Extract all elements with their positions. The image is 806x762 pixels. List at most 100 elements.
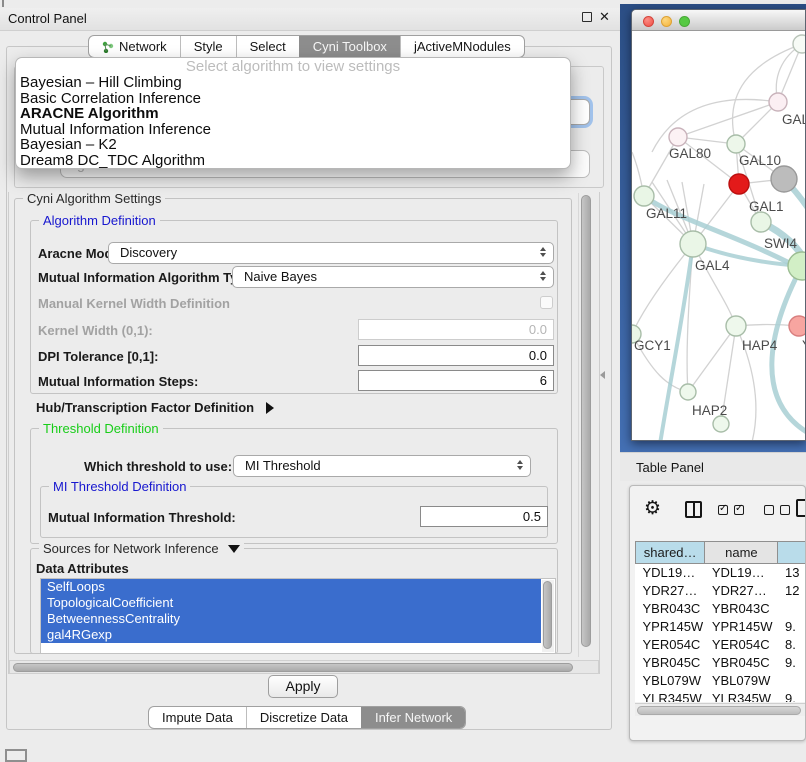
table-cell[interactable]: YPR145W — [705, 618, 778, 636]
table-cell[interactable]: YBR043C — [705, 600, 778, 618]
table-horizontal-scrollbar[interactable] — [635, 703, 806, 716]
dpi-tolerance-label: DPI Tolerance [0,1]: — [38, 349, 158, 364]
table-cell[interactable]: 12 — [778, 582, 806, 600]
zoom-window-icon[interactable] — [679, 16, 690, 27]
table-cell[interactable]: 9. — [778, 654, 806, 672]
unchecked-box-icon[interactable] — [780, 505, 790, 515]
table-cell[interactable]: YDL19… — [705, 564, 778, 582]
close-window-icon[interactable] — [643, 16, 654, 27]
algorithm-option[interactable]: Bayesian – Hill Climbing — [16, 75, 570, 91]
kernel-width-field[interactable]: 0.0 — [358, 319, 554, 340]
unchecked-box-icon[interactable] — [764, 505, 774, 515]
algorithm-option[interactable]: Mutual Information Inference — [16, 122, 570, 138]
tab-network[interactable]: Network — [89, 36, 180, 57]
mi-threshold-field[interactable]: 0.5 — [420, 506, 548, 527]
tab-style[interactable]: Style — [180, 36, 236, 57]
expand-right-icon — [266, 402, 274, 414]
table-row[interactable]: YLR345WYLR345W9. — [636, 690, 806, 703]
table-row[interactable]: YBR045CYBR045C9. — [636, 654, 806, 672]
table-cell[interactable]: YBR043C — [636, 600, 705, 618]
table-row[interactable]: YDR27…YDR27…12 — [636, 582, 806, 600]
manual-kernel-checkbox[interactable] — [540, 296, 553, 309]
table-panel: ⚙ shared…nameYDL19…YDL19…13YDR27…YDR27…1… — [629, 485, 806, 741]
table-row[interactable]: YBL079WYBL079W — [636, 672, 806, 690]
table-cell[interactable] — [778, 600, 806, 618]
table-cell[interactable]: YBR045C — [705, 654, 778, 672]
table-row[interactable]: YPR145WYPR145W9. — [636, 618, 806, 636]
algorithm-option[interactable]: ARACNE Algorithm — [16, 106, 570, 122]
table-row[interactable]: YBR043CYBR043C — [636, 600, 806, 618]
table-row[interactable]: YER054CYER054C8. — [636, 636, 806, 654]
gear-icon[interactable]: ⚙ — [644, 499, 661, 518]
table-cell[interactable]: YER054C — [636, 636, 705, 654]
table-cell[interactable]: YPR145W — [636, 618, 705, 636]
float-panel-icon[interactable] — [582, 12, 592, 22]
table-cell[interactable]: 9. — [778, 690, 806, 703]
data-attributes-list[interactable]: SelfLoopsTopologicalCoefficientBetweenne… — [40, 578, 556, 654]
split-columns-icon[interactable] — [685, 501, 702, 518]
mi-steps-field[interactable]: 6 — [358, 370, 554, 391]
table-row[interactable]: YDL19…YDL19…13 — [636, 564, 806, 582]
network-canvas[interactable]: GALGAL80GAL10GAL1GAL11SWI4GAL4GCY1HAP4YH… — [632, 32, 806, 441]
close-panel-icon[interactable]: ✕ — [599, 9, 610, 25]
settings-vertical-scrollbar[interactable] — [578, 193, 592, 657]
algorithm-option[interactable]: Bayesian – K2 — [16, 137, 570, 153]
table-cell[interactable]: YBL079W — [705, 672, 778, 690]
tab-select[interactable]: Select — [236, 36, 299, 57]
attribute-item[interactable]: gal4RGexp — [41, 627, 541, 643]
checked-box-icon[interactable] — [718, 505, 728, 515]
column-header[interactable]: name — [705, 542, 778, 564]
manual-kernel-label: Manual Kernel Width Definition — [38, 296, 230, 311]
bottom-tab-impute-data[interactable]: Impute Data — [149, 707, 246, 728]
table-cell[interactable]: YDR27… — [636, 582, 705, 600]
algorithm-option[interactable]: Dream8 DC_TDC Algorithm — [16, 153, 570, 169]
table-cell[interactable]: YLR345W — [705, 690, 778, 703]
table-cell[interactable]: YLR345W — [636, 690, 705, 703]
table-cell[interactable]: YDL19… — [636, 564, 705, 582]
network-view-window[interactable]: GALGAL80GAL10GAL1GAL11SWI4GAL4GCY1HAP4YH… — [631, 9, 806, 441]
svg-text:GCY1: GCY1 — [634, 338, 671, 353]
minimize-window-icon[interactable] — [661, 16, 672, 27]
tab-jactivemnodules[interactable]: jActiveMNodules — [400, 36, 524, 57]
svg-text:GAL: GAL — [782, 112, 806, 127]
mi-algorithm-type-combobox[interactable]: Naive Bayes — [232, 266, 554, 288]
threshold-definition-title: Threshold Definition — [39, 421, 163, 436]
svg-text:GAL10: GAL10 — [739, 153, 781, 168]
settings-horizontal-scrollbar[interactable] — [9, 660, 599, 674]
sources-group-title[interactable]: Sources for Network Inference — [39, 541, 244, 556]
bottom-tab-discretize-data[interactable]: Discretize Data — [246, 707, 361, 728]
dpi-tolerance-field[interactable]: 0.0 — [358, 345, 554, 366]
bottom-tab-infer-network[interactable]: Infer Network — [361, 707, 465, 728]
table-cell[interactable]: YDR27… — [705, 582, 778, 600]
minimized-panel-icon[interactable] — [5, 749, 27, 762]
which-threshold-combobox[interactable]: MI Threshold — [233, 455, 531, 477]
table-cell[interactable]: YBL079W — [636, 672, 705, 690]
checked-box-icon[interactable] — [734, 505, 744, 515]
node-table[interactable]: shared…nameYDL19…YDL19…13YDR27…YDR27…12Y… — [635, 541, 806, 702]
network-window-titlebar[interactable] — [632, 10, 805, 31]
dropdown-placeholder: Select algorithm to view settings — [16, 59, 570, 75]
split-pane-handle-icon[interactable] — [600, 371, 605, 379]
aracne-mode-combobox[interactable]: Discovery — [108, 242, 554, 264]
table-cell[interactable]: 13 — [778, 564, 806, 582]
apply-button[interactable]: Apply — [268, 675, 338, 698]
table-cell[interactable]: 9. — [778, 618, 806, 636]
tab-cyni-toolbox[interactable]: Cyni Toolbox — [299, 36, 400, 57]
table-cell[interactable]: YBR045C — [636, 654, 705, 672]
svg-text:SWI4: SWI4 — [764, 236, 797, 251]
algorithm-option[interactable]: Basic Correlation Inference — [16, 91, 570, 107]
page-icon[interactable] — [796, 499, 806, 517]
column-header[interactable]: shared… — [636, 542, 705, 564]
attribute-item[interactable]: TopologicalCoefficient — [41, 595, 541, 611]
table-cell[interactable]: 8. — [778, 636, 806, 654]
table-cell[interactable]: YER054C — [705, 636, 778, 654]
hub-definition-label: Hub/Transcription Factor Definition — [36, 400, 254, 415]
attribute-item[interactable]: SelfLoops — [41, 579, 541, 595]
combo-arrows-icon — [540, 271, 546, 281]
attribute-item[interactable]: BetweennessCentrality — [41, 611, 541, 627]
attributes-scrollbar[interactable] — [542, 580, 554, 652]
which-threshold-value: MI Threshold — [245, 458, 321, 473]
hub-definition-expander[interactable]: Hub/Transcription Factor Definition — [36, 400, 274, 415]
table-cell[interactable] — [778, 672, 806, 690]
column-header[interactable] — [778, 542, 806, 564]
